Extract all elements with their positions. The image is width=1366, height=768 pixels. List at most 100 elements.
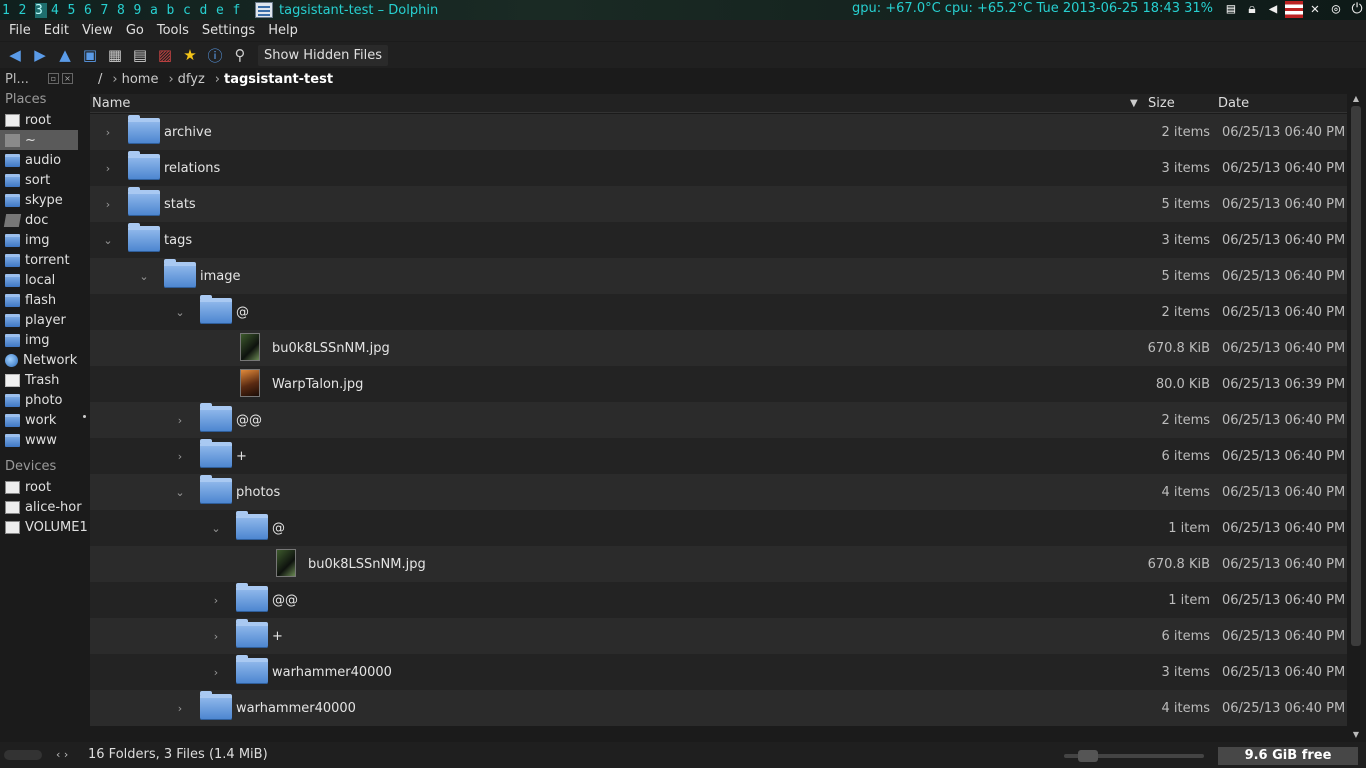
scroll-arrows-icon[interactable]: ‹ › <box>56 748 68 761</box>
table-row[interactable]: › warhammer40000 4 items 06/25/13 06:40 PM <box>90 690 1347 726</box>
workspace-6[interactable]: 6 <box>84 3 101 18</box>
place-item[interactable]: ~ <box>0 130 78 150</box>
panel-float-icon[interactable]: ▫ <box>48 73 59 84</box>
table-row[interactable]: › +6 items 06/25/13 06:40 PM <box>90 618 1347 654</box>
breadcrumb-separator-icon[interactable]: › <box>168 72 173 87</box>
workspace-2[interactable]: 2 <box>19 3 36 18</box>
place-item[interactable]: audio <box>0 150 88 170</box>
workspace-a[interactable]: a <box>150 3 167 18</box>
menu-go[interactable]: Go <box>126 23 144 38</box>
place-item[interactable]: torrent <box>0 250 88 270</box>
chevron-right-icon[interactable]: › <box>102 126 114 139</box>
breadcrumb-dfyz[interactable]: dfyz <box>178 72 205 87</box>
place-item[interactable]: img <box>0 230 88 250</box>
column-size-header[interactable]: Size <box>1148 96 1175 111</box>
scroll-up-icon[interactable]: ▲ <box>1350 94 1362 104</box>
network-icon[interactable]: ◎ <box>1327 1 1345 18</box>
workspace-b[interactable]: b <box>167 3 184 18</box>
filter-icon[interactable]: ⚲ <box>229 44 251 66</box>
volume-icon[interactable]: ◀ <box>1264 1 1282 18</box>
place-item[interactable]: img <box>0 330 88 350</box>
place-item[interactable]: local <box>0 270 88 290</box>
workspace-1[interactable]: 1 <box>2 3 19 18</box>
place-item[interactable]: skype <box>0 190 88 210</box>
table-row[interactable]: › @@ 2 items 06/25/13 06:40 PM <box>90 402 1347 438</box>
table-row[interactable]: ⌄ @1 item 06/25/13 06:40 PM <box>90 510 1347 546</box>
device-item[interactable]: alice-hor <box>0 497 88 517</box>
chevron-down-icon[interactable]: ⌄ <box>210 522 222 535</box>
chevron-right-icon[interactable]: › <box>210 594 222 607</box>
table-row[interactable]: › stats 5 items 06/25/13 06:40 PM <box>90 186 1347 222</box>
table-row[interactable]: bu0k8LSSnNM.jpg 670.8 KiB 06/25/13 06:40 P… <box>90 546 1347 582</box>
workspace-list[interactable]: 123456789abcdef <box>0 2 250 18</box>
table-row[interactable]: › @@ 1 item 06/25/13 06:40 PM <box>90 582 1347 618</box>
icons-view-icon[interactable]: ▦ <box>104 44 126 66</box>
bookmark-star-icon[interactable]: ★ <box>179 44 201 66</box>
panel-close-icon[interactable]: × <box>62 73 73 84</box>
breadcrumb-separator-icon[interactable]: › <box>215 72 220 87</box>
workspace-8[interactable]: 8 <box>117 3 134 18</box>
tools-icon[interactable]: ✕ <box>1306 1 1324 18</box>
lock-icon[interactable]: 🔒︎ <box>1243 1 1261 18</box>
horizontal-scrollbar[interactable] <box>4 750 42 760</box>
place-item[interactable]: root <box>0 110 88 130</box>
show-hidden-files-button[interactable]: Show Hidden Files <box>258 44 388 66</box>
table-row[interactable]: › archive 2 items 06/25/13 06:40 PM <box>90 114 1347 150</box>
power-icon[interactable]: ⏻ <box>1348 1 1366 18</box>
table-row[interactable]: WarpTalon.jpg 80.0 KiB 06/25/13 06:39 PM <box>90 366 1347 402</box>
chevron-right-icon[interactable]: › <box>174 414 186 427</box>
breadcrumb-separator-icon[interactable]: › <box>112 72 117 87</box>
workspace-9[interactable]: 9 <box>134 3 151 18</box>
table-row[interactable]: ⌄ tags 3 items 06/25/13 06:40 PM <box>90 222 1347 258</box>
place-item[interactable]: photo <box>0 390 88 410</box>
chevron-right-icon[interactable]: › <box>102 162 114 175</box>
place-item[interactable]: work <box>0 410 88 430</box>
chevron-down-icon[interactable]: ⌄ <box>174 306 186 319</box>
table-row[interactable]: ⌄ photos 4 items 06/25/13 06:40 PM <box>90 474 1347 510</box>
place-item[interactable]: player <box>0 310 88 330</box>
flag-icon[interactable] <box>1285 1 1303 18</box>
chevron-right-icon[interactable]: › <box>210 666 222 679</box>
info-icon[interactable]: ⓘ <box>204 44 226 66</box>
column-name-header[interactable]: Name <box>92 96 130 111</box>
table-row[interactable]: › relations 3 items 06/25/13 06:40 PM <box>90 150 1347 186</box>
menu-help[interactable]: Help <box>268 23 298 38</box>
breadcrumb-root[interactable]: / <box>98 72 102 87</box>
workspace-3[interactable]: 3 <box>35 2 47 18</box>
clipboard-icon[interactable]: ▤ <box>1222 1 1240 18</box>
place-item[interactable]: www <box>0 430 88 450</box>
breadcrumb-home[interactable]: home <box>122 72 159 87</box>
panel-splitter-handle[interactable] <box>83 415 86 418</box>
table-row[interactable]: ⌄ image 5 items 06/25/13 06:40 PM <box>90 258 1347 294</box>
zoom-slider-handle[interactable] <box>1078 750 1098 762</box>
new-folder-icon[interactable]: ▣ <box>79 44 101 66</box>
up-icon[interactable]: ▲ <box>54 44 76 66</box>
vertical-scrollbar[interactable]: ▲ ▼ <box>1350 94 1362 740</box>
table-row[interactable]: ⌄ @2 items 06/25/13 06:40 PM <box>90 294 1347 330</box>
workspace-4[interactable]: 4 <box>51 3 68 18</box>
workspace-7[interactable]: 7 <box>101 3 118 18</box>
chevron-down-icon[interactable]: ⌄ <box>174 486 186 499</box>
device-item[interactable]: root <box>0 477 88 497</box>
chevron-right-icon[interactable]: › <box>102 198 114 211</box>
workspace-c[interactable]: c <box>183 3 200 18</box>
menu-file[interactable]: File <box>9 23 31 38</box>
sort-chevron-down-icon[interactable]: ▼ <box>1130 98 1138 109</box>
back-icon[interactable]: ◀ <box>4 44 26 66</box>
workspace-d[interactable]: d <box>200 3 217 18</box>
place-item[interactable]: Trash <box>0 370 88 390</box>
column-date-header[interactable]: Date <box>1218 96 1249 111</box>
workspace-5[interactable]: 5 <box>68 3 85 18</box>
scroll-down-icon[interactable]: ▼ <box>1350 730 1362 740</box>
workspace-e[interactable]: e <box>216 3 233 18</box>
forward-icon[interactable]: ▶ <box>29 44 51 66</box>
menu-tools[interactable]: Tools <box>157 23 189 38</box>
chevron-right-icon[interactable]: › <box>174 702 186 715</box>
preview-icon[interactable]: ▨ <box>154 44 176 66</box>
place-item[interactable]: doc <box>0 210 88 230</box>
table-row[interactable]: bu0k8LSSnNM.jpg 670.8 KiB 06/25/13 06:40 P… <box>90 330 1347 366</box>
scrollbar-thumb[interactable] <box>1351 106 1361 646</box>
table-row[interactable]: › warhammer40000 3 items 06/25/13 06:40 PM <box>90 654 1347 690</box>
chevron-down-icon[interactable]: ⌄ <box>102 234 114 247</box>
workspace-f[interactable]: f <box>233 3 250 18</box>
